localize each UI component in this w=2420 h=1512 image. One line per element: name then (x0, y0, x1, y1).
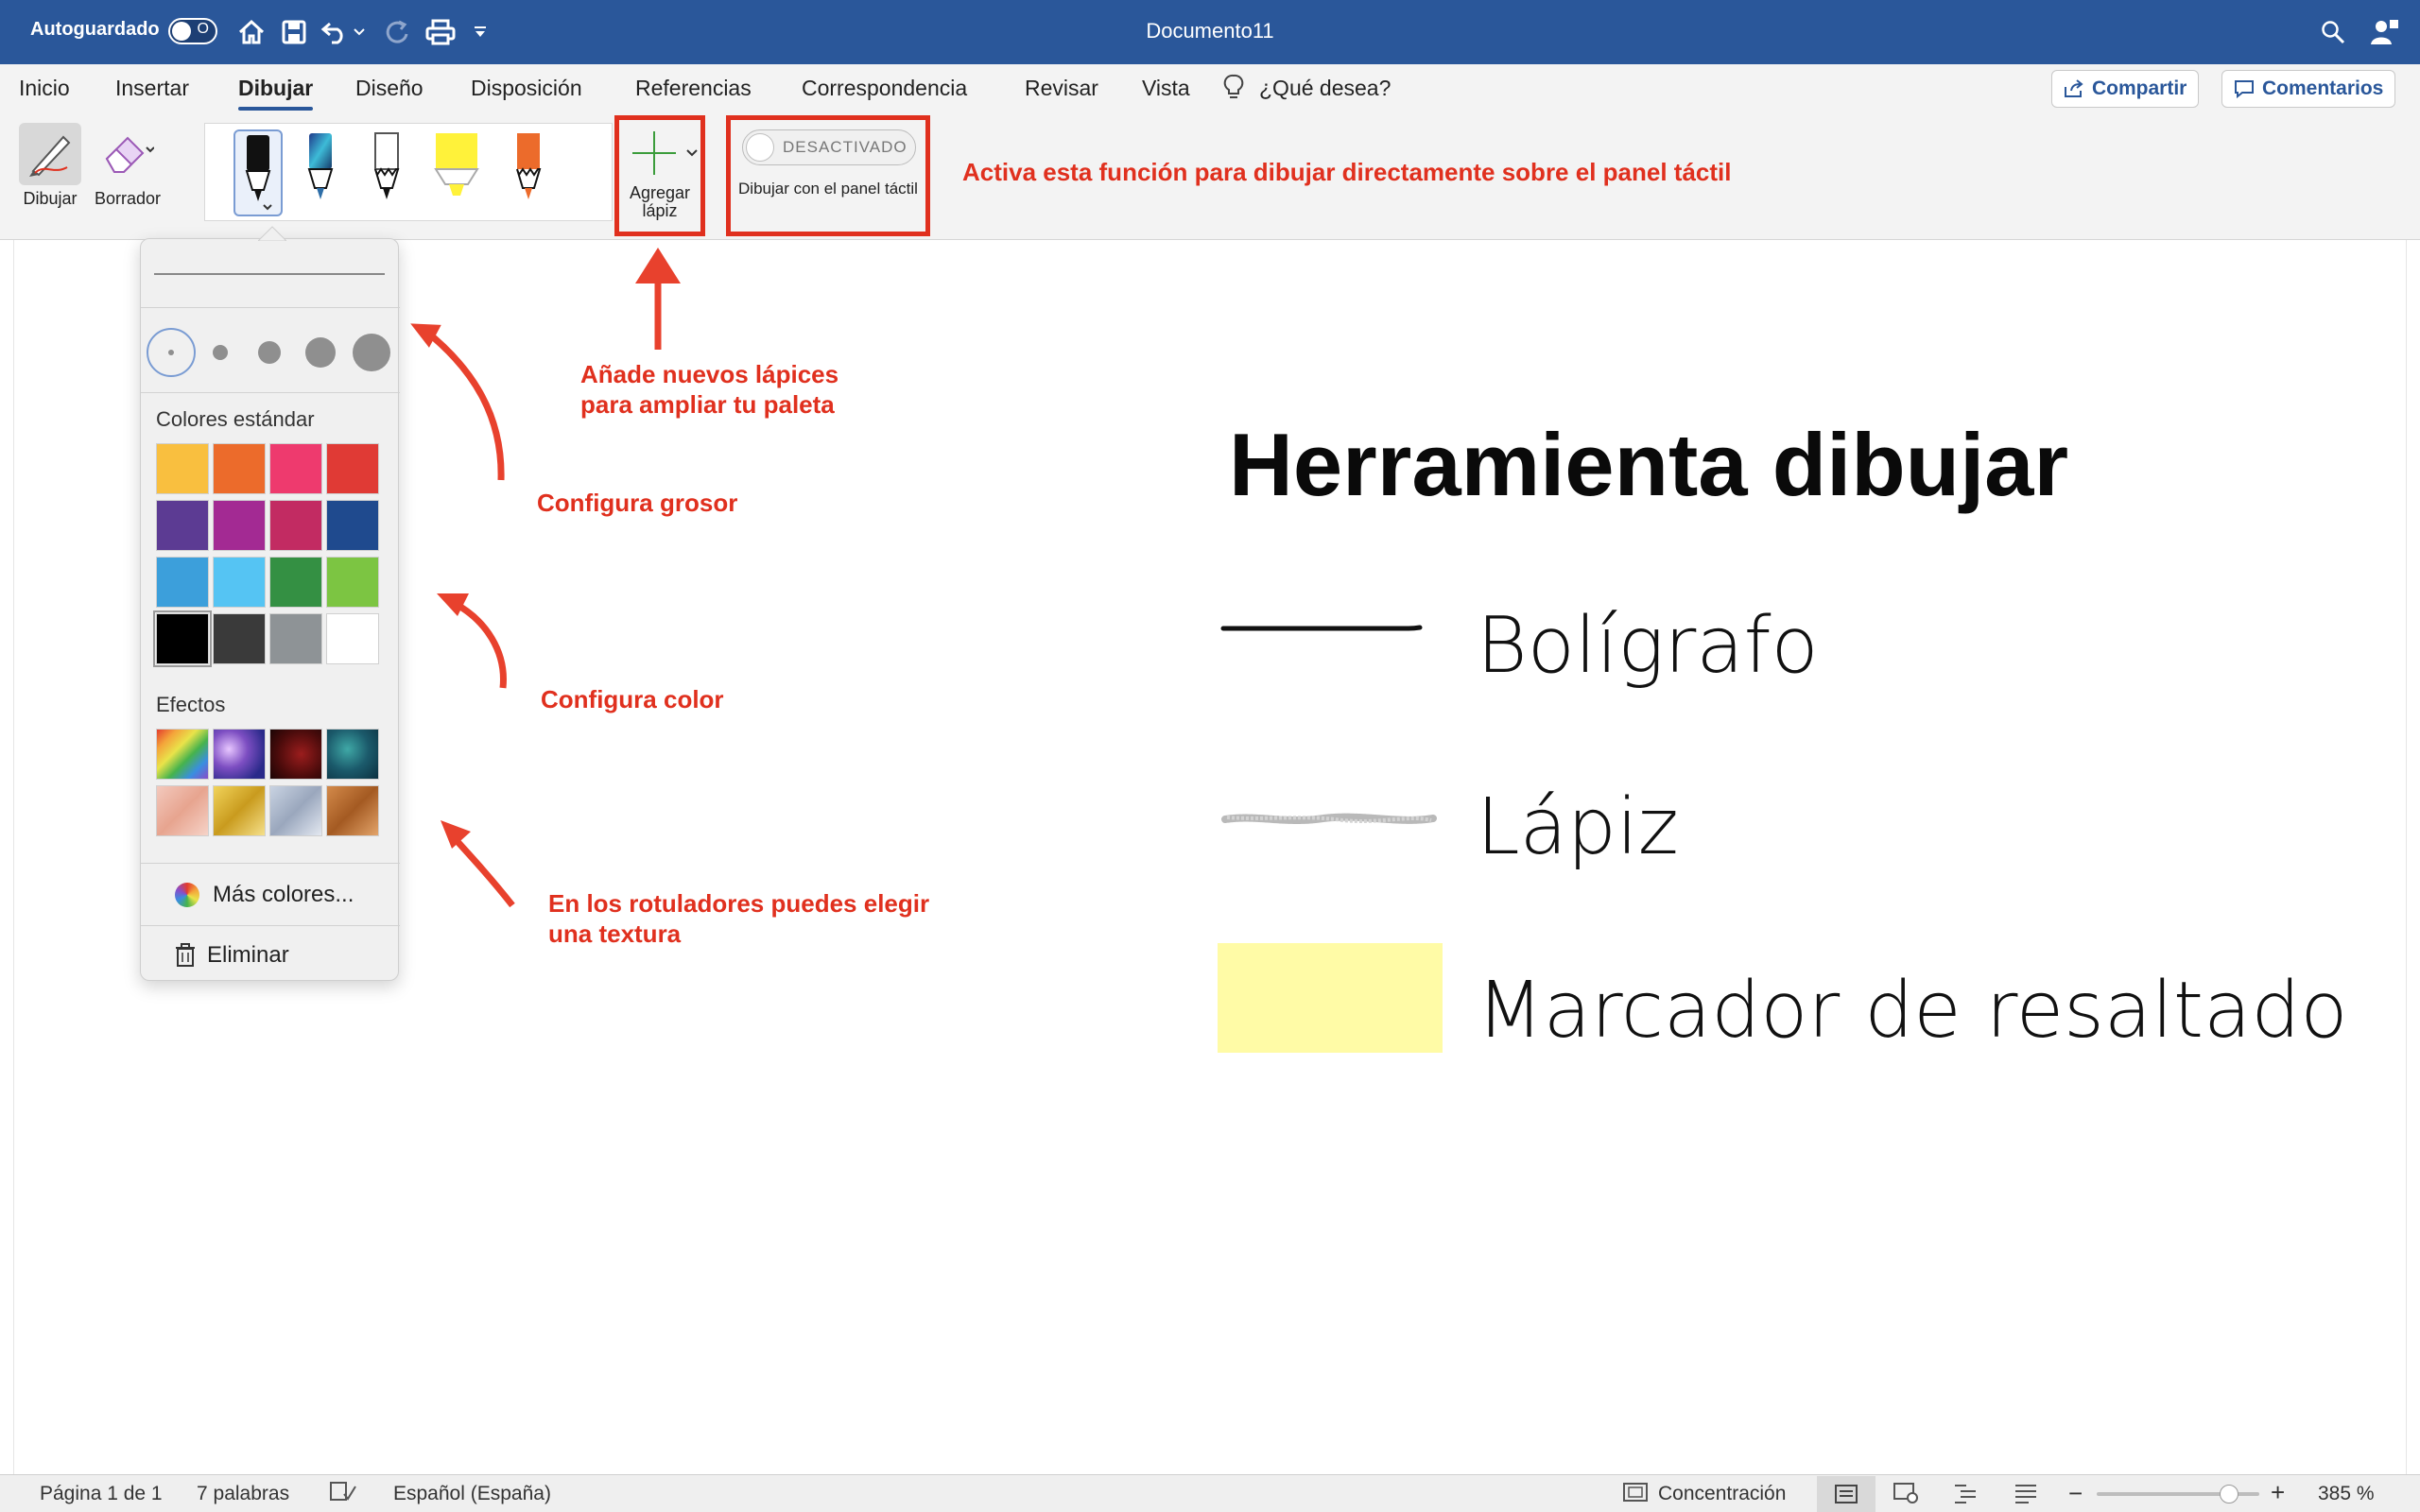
effect-lava[interactable] (269, 729, 322, 780)
effect-gold[interactable] (213, 785, 266, 836)
draft-view-icon[interactable] (2014, 1482, 2038, 1510)
standard-colors-heading: Colores estándar (156, 407, 315, 431)
color-swatch[interactable] (326, 613, 379, 664)
language-indicator[interactable]: Español (España) (393, 1483, 551, 1505)
page-count[interactable]: Página 1 de 1 (40, 1483, 163, 1505)
color-swatch[interactable] (326, 443, 379, 494)
delete-pen-item[interactable]: Eliminar (141, 927, 400, 984)
stroke-preview (154, 273, 385, 275)
thickness-dot-1 (168, 350, 174, 355)
color-swatch[interactable] (156, 500, 209, 551)
thickness-option-2[interactable] (213, 345, 228, 360)
color-swatch[interactable] (156, 443, 209, 494)
color-swatch[interactable] (213, 557, 266, 608)
proofing-icon[interactable] (329, 1481, 357, 1509)
trash-icon (176, 943, 195, 967)
dropdown-separator (141, 863, 400, 864)
focus-mode-label[interactable]: Concentración (1658, 1483, 1786, 1505)
effect-rainbow[interactable] (156, 729, 209, 780)
effect-silver[interactable] (269, 785, 322, 836)
print-layout-view-button[interactable] (1817, 1476, 1876, 1512)
color-swatch[interactable] (269, 443, 322, 494)
effect-rose-gold[interactable] (156, 785, 209, 836)
color-wheel-icon (175, 883, 199, 907)
dropdown-separator (141, 925, 400, 926)
more-colors-item[interactable]: Más colores... (141, 867, 400, 923)
print-layout-icon (1835, 1485, 1858, 1503)
color-swatch[interactable] (153, 610, 212, 667)
dropdown-separator (141, 307, 400, 308)
color-swatch[interactable] (269, 557, 322, 608)
annotation-thickness: Configura grosor (537, 489, 738, 517)
color-swatch[interactable] (156, 557, 209, 608)
thickness-option-5[interactable] (353, 334, 390, 371)
annotation-add-pen: Añade nuevos lápices para ampliar tu pal… (580, 359, 838, 420)
annotation-add-pen-line1: Añade nuevos lápices (580, 360, 839, 388)
effect-bronze[interactable] (326, 785, 379, 836)
thickness-option-1[interactable] (147, 328, 196, 377)
annotation-color: Configura color (541, 685, 724, 713)
arrow-color (437, 593, 507, 689)
status-bar: Página 1 de 1 7 palabras Español (España… (0, 1474, 2420, 1512)
color-swatch[interactable] (326, 557, 379, 608)
arrow-texture (441, 820, 515, 908)
arrow-thickness (410, 323, 505, 481)
zoom-slider[interactable] (2097, 1485, 2259, 1503)
annotation-add-pen-line2: para ampliar tu paleta (580, 390, 835, 419)
annotation-texture-line2: una textura (548, 919, 682, 948)
color-swatch[interactable] (269, 500, 322, 551)
effect-ocean[interactable] (326, 729, 379, 780)
effect-galaxy[interactable] (213, 729, 266, 780)
outline-view-icon[interactable] (1953, 1482, 1978, 1510)
color-swatch[interactable] (269, 613, 322, 664)
annotation-texture: En los rotuladores puedes elegir una tex… (548, 888, 929, 949)
color-swatch[interactable] (213, 613, 266, 664)
focus-icon[interactable] (1622, 1481, 1649, 1509)
delete-label: Eliminar (207, 942, 289, 968)
arrow-add-pen (635, 248, 681, 350)
thickness-option-4[interactable] (305, 337, 336, 368)
effects-heading: Efectos (156, 693, 226, 716)
dropdown-caret (258, 226, 286, 241)
annotation-texture-line1: En los rotuladores puedes elegir (548, 889, 930, 918)
color-swatch[interactable] (326, 500, 379, 551)
zoom-level[interactable]: 385 % (2318, 1483, 2375, 1505)
thickness-option-3[interactable] (258, 341, 281, 364)
dropdown-separator (141, 392, 400, 393)
web-layout-icon[interactable] (1893, 1482, 1919, 1510)
color-swatch[interactable] (213, 500, 266, 551)
more-colors-label: Más colores... (213, 882, 354, 907)
zoom-in-icon[interactable]: + (2271, 1478, 2285, 1507)
zoom-out-icon[interactable]: − (2068, 1479, 2083, 1508)
color-swatch[interactable] (213, 443, 266, 494)
word-count[interactable]: 7 palabras (197, 1483, 289, 1505)
zoom-slider-knob[interactable] (2220, 1485, 2238, 1503)
pen-options-dropdown: Colores estándar Efectos Más colores... … (140, 226, 400, 984)
